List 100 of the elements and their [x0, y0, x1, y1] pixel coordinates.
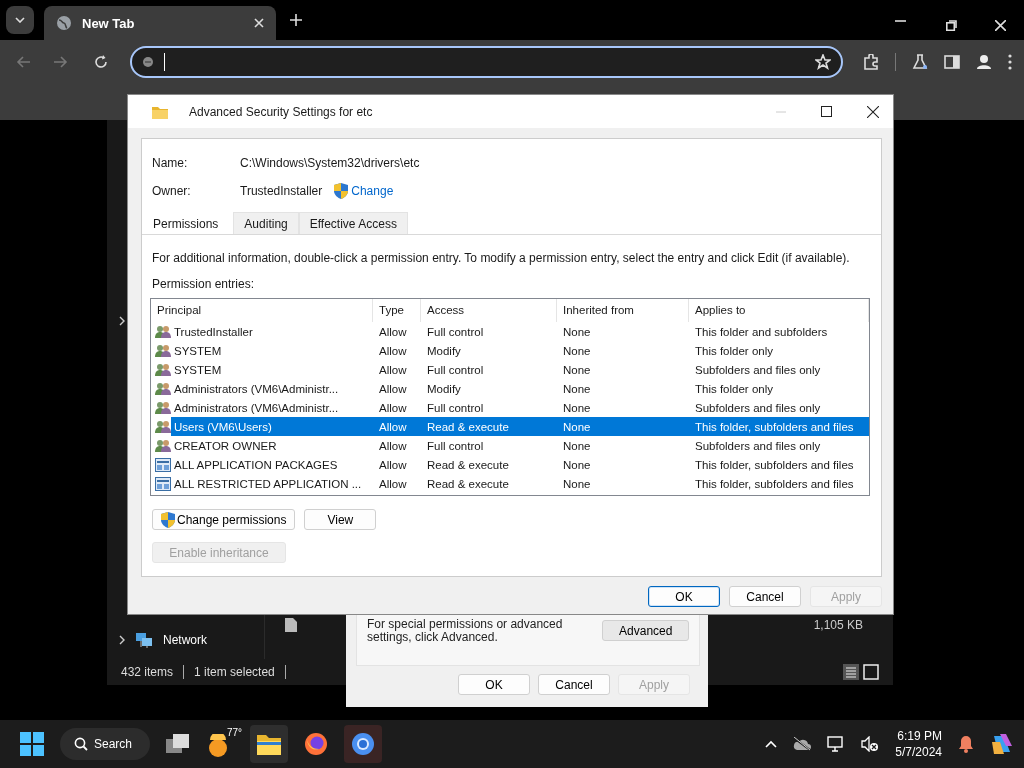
table-row[interactable]: TrustedInstaller Allow Full control None This folder and subfolders — [151, 322, 869, 341]
column-header[interactable]: Type — [373, 299, 421, 322]
nav-item[interactable]: Network — [163, 633, 207, 647]
table-row[interactable]: ALL RESTRICTED APPLICATION ... Allow Read & execute None This folder, subfolders and files — [151, 474, 869, 493]
dialog-button[interactable]: Cancel — [538, 674, 610, 695]
package-icon — [155, 476, 171, 491]
table-cell-text: Allow — [378, 401, 408, 414]
table-cell-text: Allow — [378, 420, 408, 433]
close-icon[interactable] — [867, 105, 879, 118]
search-icon — [74, 737, 88, 751]
start-icon[interactable] — [20, 732, 44, 756]
volume-muted-icon[interactable] — [861, 736, 880, 752]
table-cell-text: Full control — [426, 401, 485, 414]
view-button[interactable]: View — [304, 509, 377, 530]
table-cell-text: None — [562, 477, 592, 490]
firefox-icon[interactable] — [304, 732, 329, 756]
folder-icon[interactable] — [257, 733, 282, 755]
users-icon — [155, 362, 171, 377]
globe-icon — [56, 15, 72, 31]
column-header[interactable]: Access — [421, 299, 557, 322]
package-icon — [155, 457, 171, 472]
table-cell: Administrators (VM6\Administr... — [173, 401, 339, 414]
file-size: 1,105 KB — [813, 618, 863, 632]
table-row[interactable]: CREATOR OWNER Allow Full control None Subfolders and files only — [151, 436, 869, 455]
table-cell-text: This folder, subfolders and files — [694, 420, 855, 433]
table-row[interactable]: SYSTEM Allow Modify None This folder only — [151, 341, 869, 360]
change-permissions-button[interactable]: Change permissions — [152, 509, 296, 530]
table-cell-text: Full control — [426, 325, 485, 338]
tab[interactable]: Auditing — [233, 212, 299, 234]
maximize-icon[interactable] — [821, 106, 832, 117]
field-value: TrustedInstaller — [240, 184, 323, 198]
star-icon[interactable] — [815, 54, 831, 70]
clock[interactable]: 6:19 PM 5/7/2024 — [895, 728, 942, 760]
table-cell-text: None — [562, 344, 592, 357]
shield-icon — [334, 183, 349, 199]
file-icon — [285, 618, 297, 632]
table-row[interactable]: Users (VM6\Users) Allow Read & execute None This folder, subfolders and files — [151, 417, 869, 436]
table-cell-text: Allow — [378, 382, 408, 395]
side-panel-icon[interactable] — [944, 55, 960, 69]
users-icon — [155, 400, 171, 415]
address-field[interactable] — [130, 46, 843, 78]
table-cell: TrustedInstaller — [173, 325, 253, 338]
field-label: Owner: — [152, 184, 192, 198]
dialog-button[interactable]: OK — [458, 674, 530, 695]
flask-icon[interactable] — [912, 54, 928, 70]
table-row[interactable]: Administrators (VM6\Administr... Allow Modify None This folder only — [151, 379, 869, 398]
users-icon — [155, 381, 171, 396]
table-cell-text: None — [562, 458, 592, 471]
more-menu-icon[interactable] — [1008, 54, 1012, 70]
tiles-view-icon[interactable] — [863, 664, 879, 680]
profile-icon[interactable] — [976, 54, 992, 70]
copilot-icon[interactable] — [990, 732, 1014, 756]
change-link[interactable]: Change — [351, 184, 394, 198]
restore-icon[interactable] — [946, 20, 957, 31]
dialog-button[interactable]: OK — [648, 586, 720, 607]
bell-icon[interactable] — [958, 735, 974, 753]
table-cell-text: None — [562, 401, 592, 414]
search-box[interactable]: Search — [60, 728, 151, 760]
temperature-text: 77° — [226, 727, 243, 738]
table-row[interactable]: ALL APPLICATION PACKAGES Allow Read & execute None This folder, subfolders and files — [151, 455, 869, 474]
advanced-button[interactable]: Advanced — [602, 620, 689, 641]
dialog-button[interactable]: Cancel — [729, 586, 801, 607]
column-header[interactable]: Inherited from — [557, 299, 689, 322]
chevron-right-icon[interactable] — [119, 635, 125, 645]
back-arrow-icon[interactable] — [16, 56, 30, 68]
table-cell-text: This folder, subfolders and files — [694, 477, 855, 490]
reload-icon[interactable] — [94, 55, 108, 69]
table-cell-text: This folder, subfolders and files — [694, 458, 855, 471]
table-cell: Administrators (VM6\Administr... — [173, 382, 339, 395]
section-label: Permission entries: — [151, 276, 256, 293]
browser-icon[interactable] — [351, 732, 376, 756]
hint-text: For special permissions or advanced settings, click Advanced. — [367, 618, 564, 644]
tab[interactable]: Effective Access — [298, 212, 408, 234]
table-cell-text: This folder and subfolders — [694, 325, 829, 338]
tab-list-button[interactable] — [6, 6, 34, 34]
table-cell-text: None — [562, 382, 592, 395]
browser-tab[interactable]: New Tab — [44, 6, 276, 40]
cloud-off-icon[interactable] — [793, 737, 812, 751]
users-icon — [155, 324, 171, 339]
chevron-right-icon[interactable] — [119, 316, 125, 326]
table-cell-text: Allow — [378, 477, 408, 490]
table-cell-text: Full control — [426, 439, 485, 452]
table-cell-text: None — [562, 439, 592, 452]
table-cell-text: Subfolders and files only — [694, 439, 822, 452]
status-text: 1 item selected — [194, 665, 275, 679]
task-view-icon[interactable] — [166, 733, 191, 755]
column-header[interactable]: Applies to — [689, 299, 869, 322]
puzzle-icon[interactable] — [863, 54, 879, 70]
chevron-up-icon[interactable] — [765, 740, 778, 748]
table-cell-text: Allow — [378, 344, 408, 357]
network-icon[interactable] — [827, 736, 846, 752]
table-cell-text: Allow — [378, 325, 408, 338]
table-row[interactable]: Administrators (VM6\Administr... Allow Full control None Subfolders and files only — [151, 398, 869, 417]
table-cell-text: This folder only — [694, 382, 774, 395]
forward-arrow-icon[interactable] — [54, 56, 68, 68]
table-row[interactable]: SYSTEM Allow Full control None Subfolders and files only — [151, 360, 869, 379]
users-icon — [155, 343, 171, 358]
table-cell-text: Modify — [426, 382, 462, 395]
plus-icon[interactable] — [290, 14, 302, 26]
table-cell-text: Subfolders and files only — [694, 401, 822, 414]
